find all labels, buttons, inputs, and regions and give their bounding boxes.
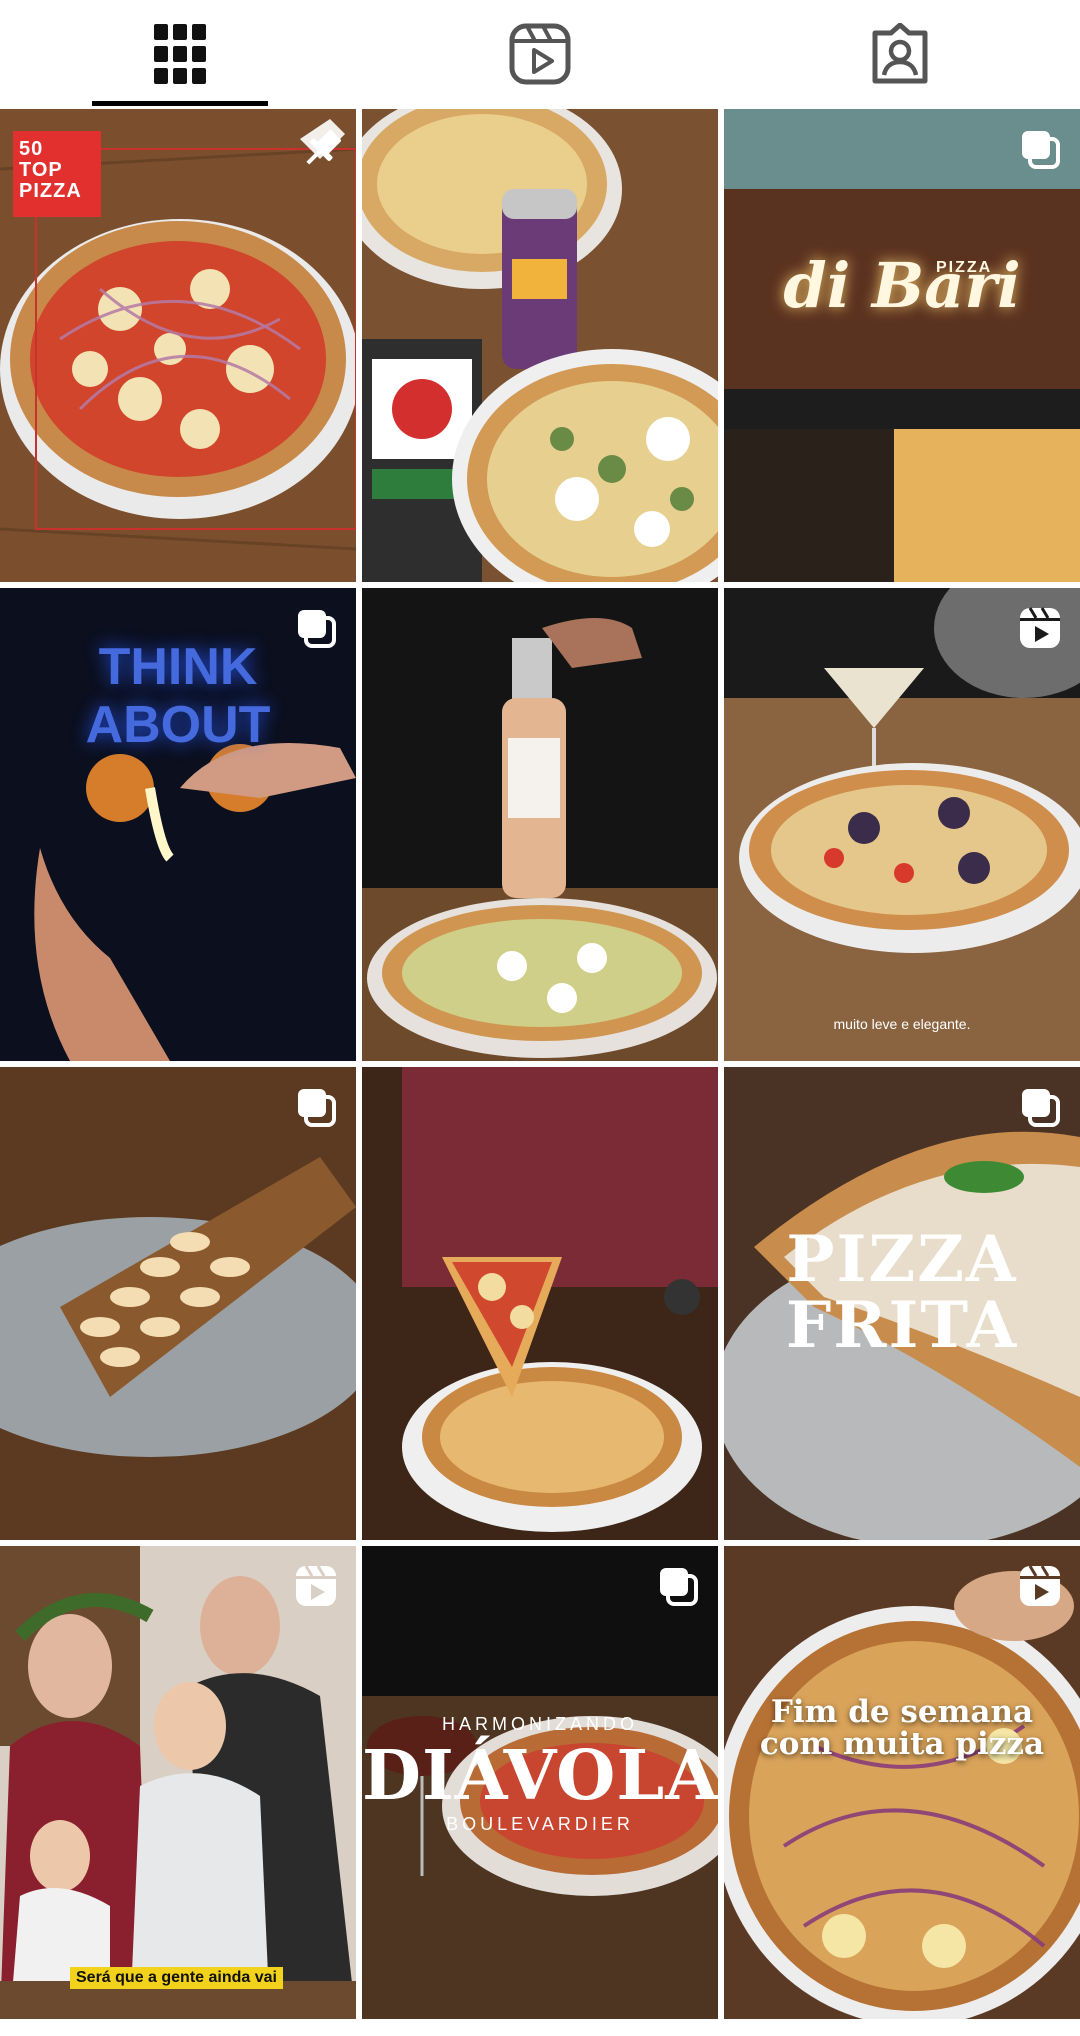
family-photo — [0, 1546, 356, 2019]
reels-icon — [509, 23, 571, 85]
post-caption: muito leve e elegante. — [833, 1016, 971, 1032]
post-tile-family[interactable]: Será que a gente ainda vai — [0, 1546, 356, 2019]
post-subtitle: BOULEVARDIER — [446, 1814, 634, 1834]
pin-icon — [306, 130, 341, 165]
reel-icon — [1020, 607, 1060, 648]
tab-tagged[interactable] — [720, 0, 1080, 108]
active-tab-indicator — [92, 101, 268, 106]
carousel-icon — [1022, 131, 1060, 169]
post-caption: Será que a gente ainda vai — [70, 1967, 283, 1989]
grid-icon — [154, 24, 206, 84]
carousel-icon — [298, 610, 336, 648]
top-pizza-logo: 50 TOP PIZZA — [13, 131, 101, 217]
post-overline: HARMONIZANDO — [442, 1714, 638, 1734]
carousel-icon — [298, 1089, 336, 1127]
tagged-icon — [872, 23, 928, 84]
reel-icon — [1020, 1565, 1060, 1606]
post-title: DIÁVOLA — [362, 1736, 718, 1816]
tab-reels[interactable] — [360, 0, 720, 108]
weekend-pizza-photo — [724, 1546, 1080, 2019]
post-tile-pizza-onion[interactable]: 50 TOP PIZZA — [0, 109, 356, 582]
post-tile-diavola[interactable]: HARMONIZANDO DIÁVOLA BOULEVARDIER — [362, 1546, 718, 2019]
carousel-icon — [1022, 1089, 1060, 1127]
reel-icon — [296, 1565, 336, 1606]
profile-tab-bar — [0, 0, 1080, 108]
post-title: PIZZA FRITA — [785, 1222, 1019, 1363]
post-tile-cannoli[interactable] — [0, 1067, 356, 1540]
post-tile-martini-pizza[interactable]: muito leve e elegante. — [724, 588, 1080, 1061]
wine-pizza-photo — [362, 588, 718, 1061]
post-title: Fim de semana com muita pizza — [759, 1694, 1045, 1762]
post-tile-pizza-slice[interactable] — [362, 1067, 718, 1540]
sign-text: di Bari — [783, 249, 1021, 322]
post-tile-cheese-pull[interactable]: THINK ABOUT — [0, 588, 356, 1061]
pizza-slice-photo — [362, 1067, 718, 1540]
post-tile-dibari-sign[interactable]: di Bari PIZZA — [724, 109, 1080, 582]
martini-pizza-photo — [724, 588, 1080, 1061]
neon-text: THINK ABOUT — [85, 638, 271, 754]
carousel-icon — [660, 1568, 698, 1606]
post-tile-wine-pizza[interactable] — [362, 588, 718, 1061]
post-tile-pizza-frita[interactable]: PIZZA FRITA — [724, 1067, 1080, 1540]
cannoli-photo — [0, 1067, 356, 1540]
pizza-photo — [362, 109, 718, 582]
post-tile-weekend-pizza[interactable]: Fim de semana com muita pizza — [724, 1546, 1080, 2019]
sign-small-text: PIZZA — [936, 259, 993, 276]
post-tile-pizza-can[interactable] — [362, 109, 718, 582]
tab-posts-grid[interactable] — [0, 0, 360, 108]
restaurant-sign-photo — [724, 109, 1080, 582]
